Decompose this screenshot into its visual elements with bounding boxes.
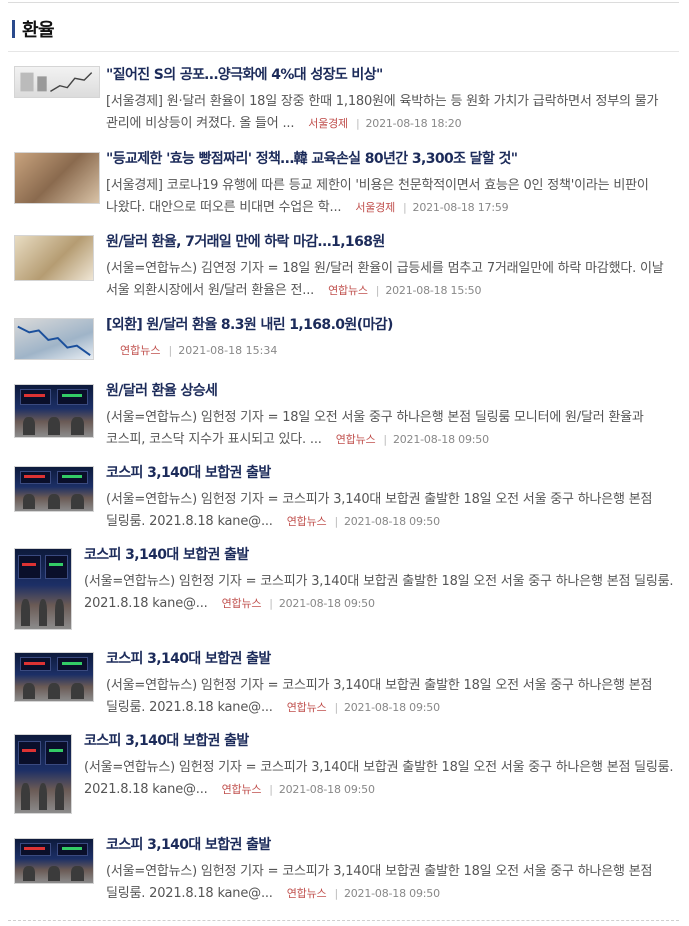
news-date: 2021-08-18 15:50 [385,284,482,297]
meta-divider: | [334,887,338,900]
news-text: 원/달러 환율, 7거래일 만에 하락 마감…1,168원 (서울=연합뉴스) 김… [106,233,674,302]
news-date: 2021-08-18 18:20 [365,117,462,130]
meta-divider: | [334,701,338,714]
news-snippet: (서울=연합뉴스) 임헌정 기자 = 코스피가 3,140대 보합권 출발한 1… [106,489,674,533]
news-date: 2021-08-18 09:50 [278,597,375,610]
meta-divider: | [269,597,273,610]
news-source-link[interactable]: 서울경제 [308,117,348,130]
news-date: 2021-08-18 09:50 [278,783,375,796]
news-date: 2021-08-18 15:34 [178,344,278,357]
news-text: 코스피 3,140대 보합권 출발 (서울=연합뉴스) 임헌정 기자 = 코스피가… [84,732,674,801]
news-source-link[interactable]: 연합뉴스 [328,284,368,297]
header-divider [8,51,679,52]
news-text: 원/달러 환율 상승세 (서울=연합뉴스) 임헌정 기자 = 18일 오전 서울 … [106,382,674,451]
news-text: 코스피 3,140대 보합권 출발 (서울=연합뉴스) 임헌정 기자 = 코스피가… [106,650,674,719]
news-headline-link[interactable]: "등교제한 '효능 빵점짜리' 정책…韓 교육손실 80년간 3,300조 달할… [106,150,674,168]
news-thumbnail[interactable] [14,384,94,438]
news-snippet: [서울경제] 원·달러 환율이 18일 장중 한때 1,180원에 육박하는 등… [106,91,674,135]
news-snippet: 연합뉴스 | 2021-08-18 15:34 [106,340,674,362]
news-source-link[interactable]: 서울경제 [355,201,395,214]
news-text: "등교제한 '효능 빵점짜리' 정책…韓 교육손실 80년간 3,300조 달할… [106,150,674,219]
news-snippet: (서울=연합뉴스) 임헌정 기자 = 18일 오전 서울 중구 하나은행 본점 … [106,407,674,451]
news-text: 코스피 3,140대 보합권 출발 (서울=연합뉴스) 임헌정 기자 = 코스피가… [106,836,674,905]
news-snippet: [서울경제] 코로나19 유행에 따른 등교 제한이 '비용은 천문학적이면서 … [106,175,674,219]
news-source-link[interactable]: 연합뉴스 [287,887,327,900]
news-text: "짙어진 S의 공포…양극화에 4%대 성장도 비상" [서울경제] 원·달러 환… [106,66,674,135]
news-source-link[interactable]: 연합뉴스 [120,344,160,357]
meta-divider: | [403,201,407,214]
news-source-link[interactable]: 연합뉴스 [287,701,327,714]
news-thumbnail[interactable] [14,652,94,702]
news-headline-link[interactable]: 코스피 3,140대 보합권 출발 [106,464,674,482]
news-date: 2021-08-18 17:59 [412,201,509,214]
meta-divider: | [383,433,387,446]
news-snippet: (서울=연합뉴스) 임헌정 기자 = 코스피가 3,140대 보합권 출발한 1… [106,675,674,719]
section-title: 환율 [22,20,55,41]
news-thumbnail[interactable] [14,66,100,98]
news-headline-link[interactable]: [외환] 원/달러 환율 8.3원 내린 1,168.0원(마감) [106,316,674,334]
news-date: 2021-08-18 09:50 [392,433,489,446]
section-header: 환율 [12,16,55,42]
news-headline-link[interactable]: 코스피 3,140대 보합권 출발 [106,650,674,668]
section-accent-bar [12,20,15,38]
news-snippet: (서울=연합뉴스) 임헌정 기자 = 코스피가 3,140대 보합권 출발한 1… [84,571,674,615]
news-thumbnail[interactable] [14,235,94,281]
news-text: [외환] 원/달러 환율 8.3원 내린 1,168.0원(마감) 연합뉴스 | 20… [106,316,674,362]
news-source-link[interactable]: 연합뉴스 [222,597,262,610]
meta-divider: | [355,117,360,130]
news-thumbnail[interactable] [14,466,94,512]
news-source-link[interactable]: 연합뉴스 [222,783,262,796]
meta-divider: | [168,344,173,357]
news-source-link[interactable]: 연합뉴스 [287,515,327,528]
news-text: 코스피 3,140대 보합권 출발 (서울=연합뉴스) 임헌정 기자 = 코스피가… [84,546,674,615]
meta-divider: | [269,783,273,796]
news-headline-link[interactable]: 코스피 3,140대 보합권 출발 [84,546,674,564]
news-snippet: (서울=연합뉴스) 임헌정 기자 = 코스피가 3,140대 보합권 출발한 1… [106,861,674,905]
news-source-link[interactable]: 연합뉴스 [336,433,376,446]
frame-top-border [8,2,679,3]
news-headline-link[interactable]: 원/달러 환율, 7거래일 만에 하락 마감…1,168원 [106,233,674,251]
news-thumbnail[interactable] [14,318,94,360]
news-date: 2021-08-18 09:50 [343,701,440,714]
news-thumbnail[interactable] [14,548,72,630]
news-headline-link[interactable]: 원/달러 환율 상승세 [106,382,674,400]
news-date: 2021-08-18 09:50 [343,515,440,528]
news-snippet: (서울=연합뉴스) 임헌정 기자 = 코스피가 3,140대 보합권 출발한 1… [84,757,674,801]
news-date: 2021-08-18 09:50 [343,887,440,900]
news-thumbnail[interactable] [14,734,72,814]
meta-divider: | [375,284,380,297]
news-headline-link[interactable]: "짙어진 S의 공포…양극화에 4%대 성장도 비상" [106,66,674,84]
meta-divider: | [334,515,338,528]
news-snippet-text: (서울=연합뉴스) 임헌정 기자 = 코스피가 3,140대 보합권 출발한 1… [84,760,674,797]
frame-bottom-border [8,920,679,921]
news-headline-link[interactable]: 코스피 3,140대 보합권 출발 [106,836,674,854]
news-snippet: (서울=연합뉴스) 김연정 기자 = 18일 원/달러 환율이 급등세를 멈추고… [106,258,674,302]
news-text: 코스피 3,140대 보합권 출발 (서울=연합뉴스) 임헌정 기자 = 코스피가… [106,464,674,533]
news-thumbnail[interactable] [14,838,94,884]
news-headline-link[interactable]: 코스피 3,140대 보합권 출발 [84,732,674,750]
news-thumbnail[interactable] [14,152,100,204]
news-snippet-text: (서울=연합뉴스) 임헌정 기자 = 코스피가 3,140대 보합권 출발한 1… [84,574,674,611]
